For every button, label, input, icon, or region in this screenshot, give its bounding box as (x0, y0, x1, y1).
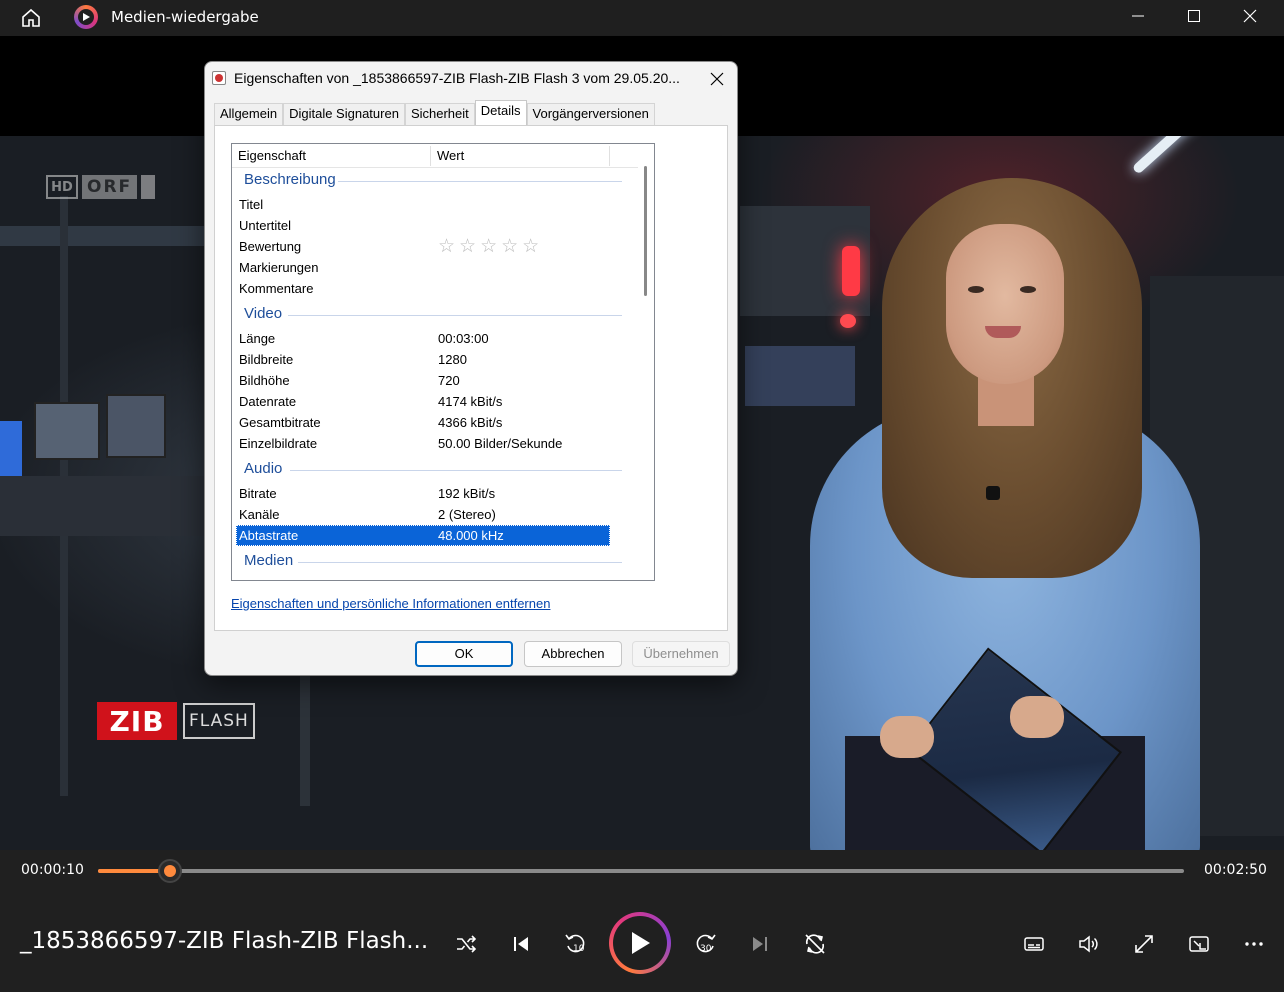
properties-dialog: Eigenschaften von _1853866597-ZIB Flash-… (204, 61, 738, 676)
current-time: 00:00:10 (21, 862, 84, 878)
table-row[interactable]: Datenrate 4174 kBit/s (236, 391, 610, 412)
group-header-medien[interactable]: Medien (244, 552, 293, 572)
table-row[interactable]: Bildhöhe 720 (236, 370, 610, 391)
presenter-hand (880, 716, 934, 758)
scrollbar-thumb[interactable] (644, 166, 647, 296)
svg-text:10: 10 (573, 944, 585, 954)
clip-microphone-icon (986, 486, 1000, 500)
remove-properties-link[interactable]: Eigenschaften und persönliche Informatio… (231, 596, 550, 611)
properties-list[interactable]: Eigenschaft Wert Beschreibung Titel Unte… (231, 143, 655, 581)
table-row[interactable]: Bitrate 192 kBit/s (236, 483, 610, 504)
group-header-beschreibung[interactable]: Beschreibung (244, 171, 336, 191)
table-row[interactable]: Titel (236, 194, 610, 215)
subtitles-icon[interactable] (1016, 926, 1052, 962)
red-light (842, 246, 860, 296)
group-divider (338, 181, 622, 182)
group-divider (290, 470, 622, 471)
list-header: Eigenschaft Wert (232, 144, 638, 168)
table-row[interactable]: Markierungen (236, 257, 610, 278)
background-panel (745, 346, 855, 406)
tab-sicherheit[interactable]: Sicherheit (404, 103, 475, 125)
close-icon (710, 72, 724, 86)
column-header-property[interactable]: Eigenschaft (232, 144, 430, 168)
seek-bar[interactable] (98, 869, 1184, 873)
video-file-icon (212, 71, 226, 85)
table-row[interactable]: Untertitel (236, 215, 610, 236)
ceiling-light (1131, 136, 1265, 175)
rating-stars[interactable]: ☆☆☆☆☆ (438, 236, 543, 257)
group-divider (288, 315, 622, 316)
tab-details[interactable]: Details (474, 100, 527, 125)
home-icon[interactable] (18, 6, 44, 30)
table-row[interactable]: Kanäle 2 (Stereo) (236, 504, 610, 525)
cancel-button[interactable]: Abbrechen (524, 641, 622, 667)
presenter-hand (1010, 696, 1064, 738)
close-window-button[interactable] (1222, 0, 1278, 32)
table-row[interactable]: Länge 00:03:00 (236, 328, 610, 349)
maximize-button[interactable] (1166, 0, 1222, 32)
orf-word-label: ORF (82, 175, 138, 199)
background-blue-screen (0, 421, 22, 481)
total-time: 00:02:50 (1204, 862, 1267, 878)
flash-label: FLASH (183, 703, 255, 739)
window-title: Medien-wiedergabe (111, 8, 259, 26)
background-monitor (106, 394, 166, 458)
list-scrollbar[interactable] (638, 146, 654, 578)
orf-hd-label: HD (46, 175, 78, 199)
tab-allgemein[interactable]: Allgemein (214, 103, 284, 125)
next-icon[interactable] (742, 926, 778, 962)
fullscreen-icon[interactable] (1126, 926, 1162, 962)
group-divider (298, 562, 622, 563)
title-bar: Medien-wiedergabe (0, 0, 1284, 36)
media-player-window: Medien-wiedergabe HD ORF ZIB FLASH 00:00… (0, 0, 1284, 992)
media-title: _1853866597-ZIB Flash-ZIB Flash... (20, 928, 429, 954)
group-header-audio[interactable]: Audio (244, 460, 282, 480)
details-panel: Eigenschaft Wert Beschreibung Titel Unte… (214, 125, 728, 631)
play-icon (632, 932, 650, 954)
zib-label: ZIB (97, 702, 177, 740)
zib-flash-logo: ZIB FLASH (97, 702, 255, 740)
previous-icon[interactable] (503, 926, 539, 962)
media-player-logo-icon (74, 5, 98, 29)
dialog-title-bar: Eigenschaften von _1853866597-ZIB Flash-… (205, 62, 737, 96)
dialog-title: Eigenschaften von _1853866597-ZIB Flash-… (234, 70, 680, 86)
orf-one-mark (141, 175, 156, 199)
play-button[interactable] (609, 912, 671, 974)
red-light (840, 314, 856, 328)
dialog-close-button[interactable] (701, 65, 733, 93)
repeat-off-icon[interactable] (797, 926, 833, 962)
shuffle-icon[interactable] (448, 926, 484, 962)
presenter-face (946, 224, 1064, 384)
group-header-video[interactable]: Video (244, 305, 282, 325)
playback-controls: 00:00:10 00:02:50 _1853866597-ZIB Flash-… (0, 850, 1284, 992)
table-row[interactable]: Bewertung ☆☆☆☆☆ (236, 236, 610, 257)
tab-vorgaengerversionen[interactable]: Vorgängerversionen (526, 103, 655, 125)
tab-digitale-signaturen[interactable]: Digitale Signaturen (283, 103, 405, 125)
table-row[interactable]: Einzelbildrate 50.00 Bilder/Sekunde (236, 433, 610, 454)
volume-icon[interactable] (1071, 926, 1107, 962)
table-row-selected[interactable]: Abtastrate 48.000 kHz (236, 525, 610, 546)
apply-button[interactable]: Übernehmen (632, 641, 730, 667)
table-row[interactable]: Bildbreite 1280 (236, 349, 610, 370)
column-header-value[interactable]: Wert (431, 144, 609, 168)
rewind-10-icon[interactable]: 10 (558, 926, 594, 962)
orf-logo: HD ORF (46, 174, 156, 200)
presenter-eye (968, 286, 984, 293)
dialog-tabs: Allgemein Digitale Signaturen Sicherheit… (214, 100, 655, 125)
table-row[interactable]: Gesamtbitrate 4366 kBit/s (236, 412, 610, 433)
more-options-icon[interactable] (1236, 926, 1272, 962)
background-monitor (34, 402, 100, 460)
presenter-eye (1020, 286, 1036, 293)
ok-button[interactable]: OK (415, 641, 513, 667)
svg-text:30: 30 (700, 944, 712, 954)
table-row[interactable]: Kommentare (236, 278, 610, 299)
forward-30-icon[interactable]: 30 (687, 926, 723, 962)
miniplayer-icon[interactable] (1181, 926, 1217, 962)
minimize-button[interactable] (1110, 0, 1166, 32)
seek-handle[interactable] (157, 859, 182, 883)
column-separator[interactable] (609, 146, 610, 166)
